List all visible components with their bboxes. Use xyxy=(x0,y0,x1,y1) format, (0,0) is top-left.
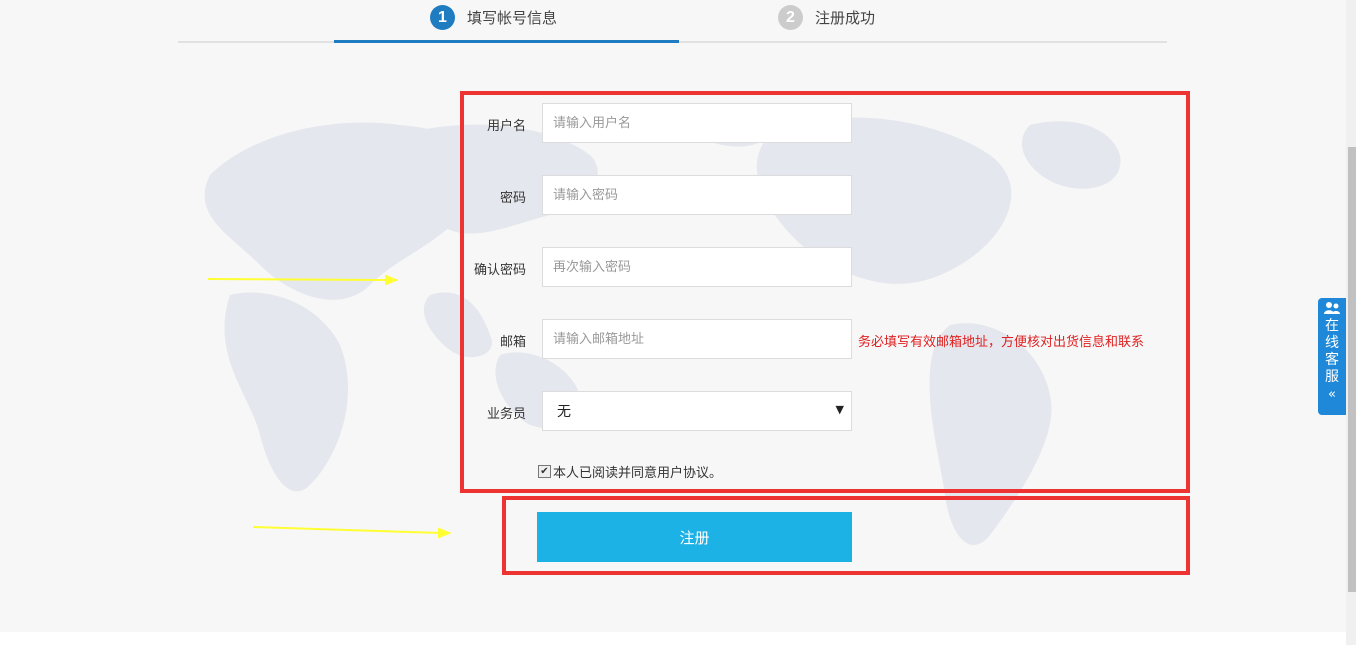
step-label-1: 填写帐号信息 xyxy=(467,9,558,27)
annotation-arrowhead-1 xyxy=(385,274,399,286)
annotation-box-form xyxy=(460,91,1190,493)
step-number-2: 2 xyxy=(778,5,803,30)
step-label-2: 注册成功 xyxy=(815,9,876,27)
collapse-chevron-icon[interactable]: « xyxy=(1328,387,1336,402)
annotation-arrow-1 xyxy=(207,278,389,281)
scrollbar-thumb[interactable] xyxy=(1348,147,1356,592)
step-registration-success: 2 注册成功 xyxy=(778,5,875,30)
annotation-arrowhead-2 xyxy=(438,527,452,539)
annotation-arrows xyxy=(207,274,452,539)
online-service-label: 在线客服 xyxy=(1325,318,1339,385)
online-service-tab[interactable]: 在线客服 « xyxy=(1318,298,1346,415)
annotation-arrow-2 xyxy=(252,526,442,534)
annotation-box-submit xyxy=(502,496,1190,575)
customer-service-icon xyxy=(1324,302,1340,314)
